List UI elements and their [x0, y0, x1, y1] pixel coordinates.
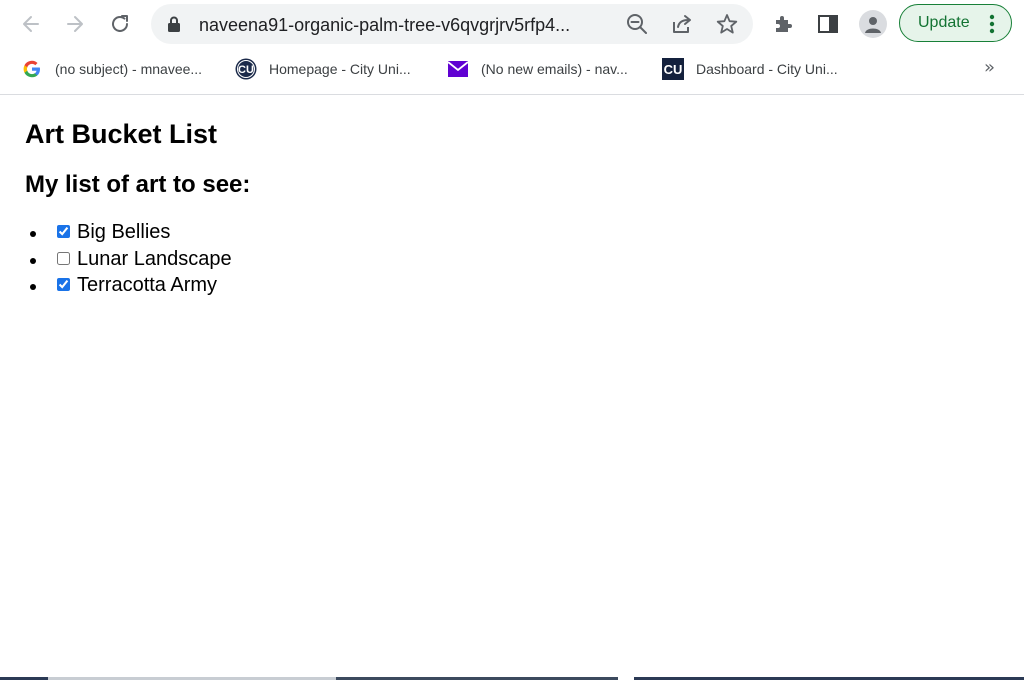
bookmark-item[interactable]: CU Homepage - City Uni...	[235, 58, 411, 80]
bookmark-item[interactable]: CU Dashboard - City Uni...	[662, 58, 838, 80]
item-label: Terracotta Army	[77, 274, 218, 296]
item-label: Lunar Landscape	[77, 247, 232, 270]
bookmark-label: (No new emails) - nav...	[481, 61, 628, 77]
bookmark-label: (no subject) - mnavee...	[55, 61, 203, 77]
update-label: Update	[918, 14, 970, 31]
profile-icon	[859, 10, 887, 38]
google-icon	[21, 58, 43, 80]
mail-icon	[447, 58, 469, 80]
reload-icon	[112, 15, 128, 32]
item-checkbox[interactable]	[57, 225, 70, 238]
svg-text:CU: CU	[238, 64, 254, 76]
update-button[interactable]: Update	[899, 4, 1012, 42]
cu-round-icon: CU	[235, 58, 257, 80]
three-dots-icon[interactable]	[989, 14, 995, 39]
zoom-out-icon[interactable]	[625, 12, 649, 36]
url-text[interactable]: naveena91-organic-palm-tree-v6qvgrjrv5rf…	[199, 15, 609, 35]
bookmark-item[interactable]: (No new emails) - nav...	[447, 58, 628, 80]
arrow-right-icon	[67, 16, 83, 32]
bullet	[30, 257, 36, 264]
share-icon[interactable]	[670, 12, 694, 36]
address-bar[interactable]: naveena91-organic-palm-tree-v6qvgrjrv5rf…	[151, 4, 753, 44]
browser-toolbar: naveena91-organic-palm-tree-v6qvgrjrv5rf…	[0, 0, 1024, 48]
page-content: Art Bucket List My list of art to see: B…	[0, 95, 1024, 675]
profile-button[interactable]	[858, 9, 888, 39]
cu-square-icon: CU	[662, 58, 684, 80]
bookmarks-overflow-button[interactable]: »	[984, 57, 995, 78]
back-button[interactable]	[15, 8, 47, 40]
bookmarks-bar: (no subject) - mnavee... CU Homepage - C…	[0, 48, 1024, 95]
arrow-left-icon	[23, 16, 39, 32]
forward-button[interactable]	[59, 8, 91, 40]
bookmark-item[interactable]: (no subject) - mnavee...	[21, 58, 202, 80]
reload-button[interactable]	[104, 8, 136, 40]
page-title: Art Bucket List	[25, 119, 218, 149]
bullet	[30, 284, 36, 290]
puzzle-icon[interactable]	[768, 9, 798, 39]
bookmark-label: Dashboard - City Uni...	[696, 61, 838, 77]
item-checkbox[interactable]	[57, 251, 70, 265]
bookmark-label: Homepage - City Uni...	[269, 61, 411, 77]
lock-icon[interactable]	[167, 16, 181, 37]
item-checkbox[interactable]	[57, 278, 70, 291]
svg-text:CU: CU	[664, 62, 683, 77]
bullet	[30, 231, 36, 237]
item-label: Big Bellies	[77, 221, 171, 243]
side-panel-icon[interactable]	[813, 9, 843, 39]
star-icon[interactable]	[715, 12, 739, 36]
page-subtitle: My list of art to see:	[25, 171, 251, 198]
